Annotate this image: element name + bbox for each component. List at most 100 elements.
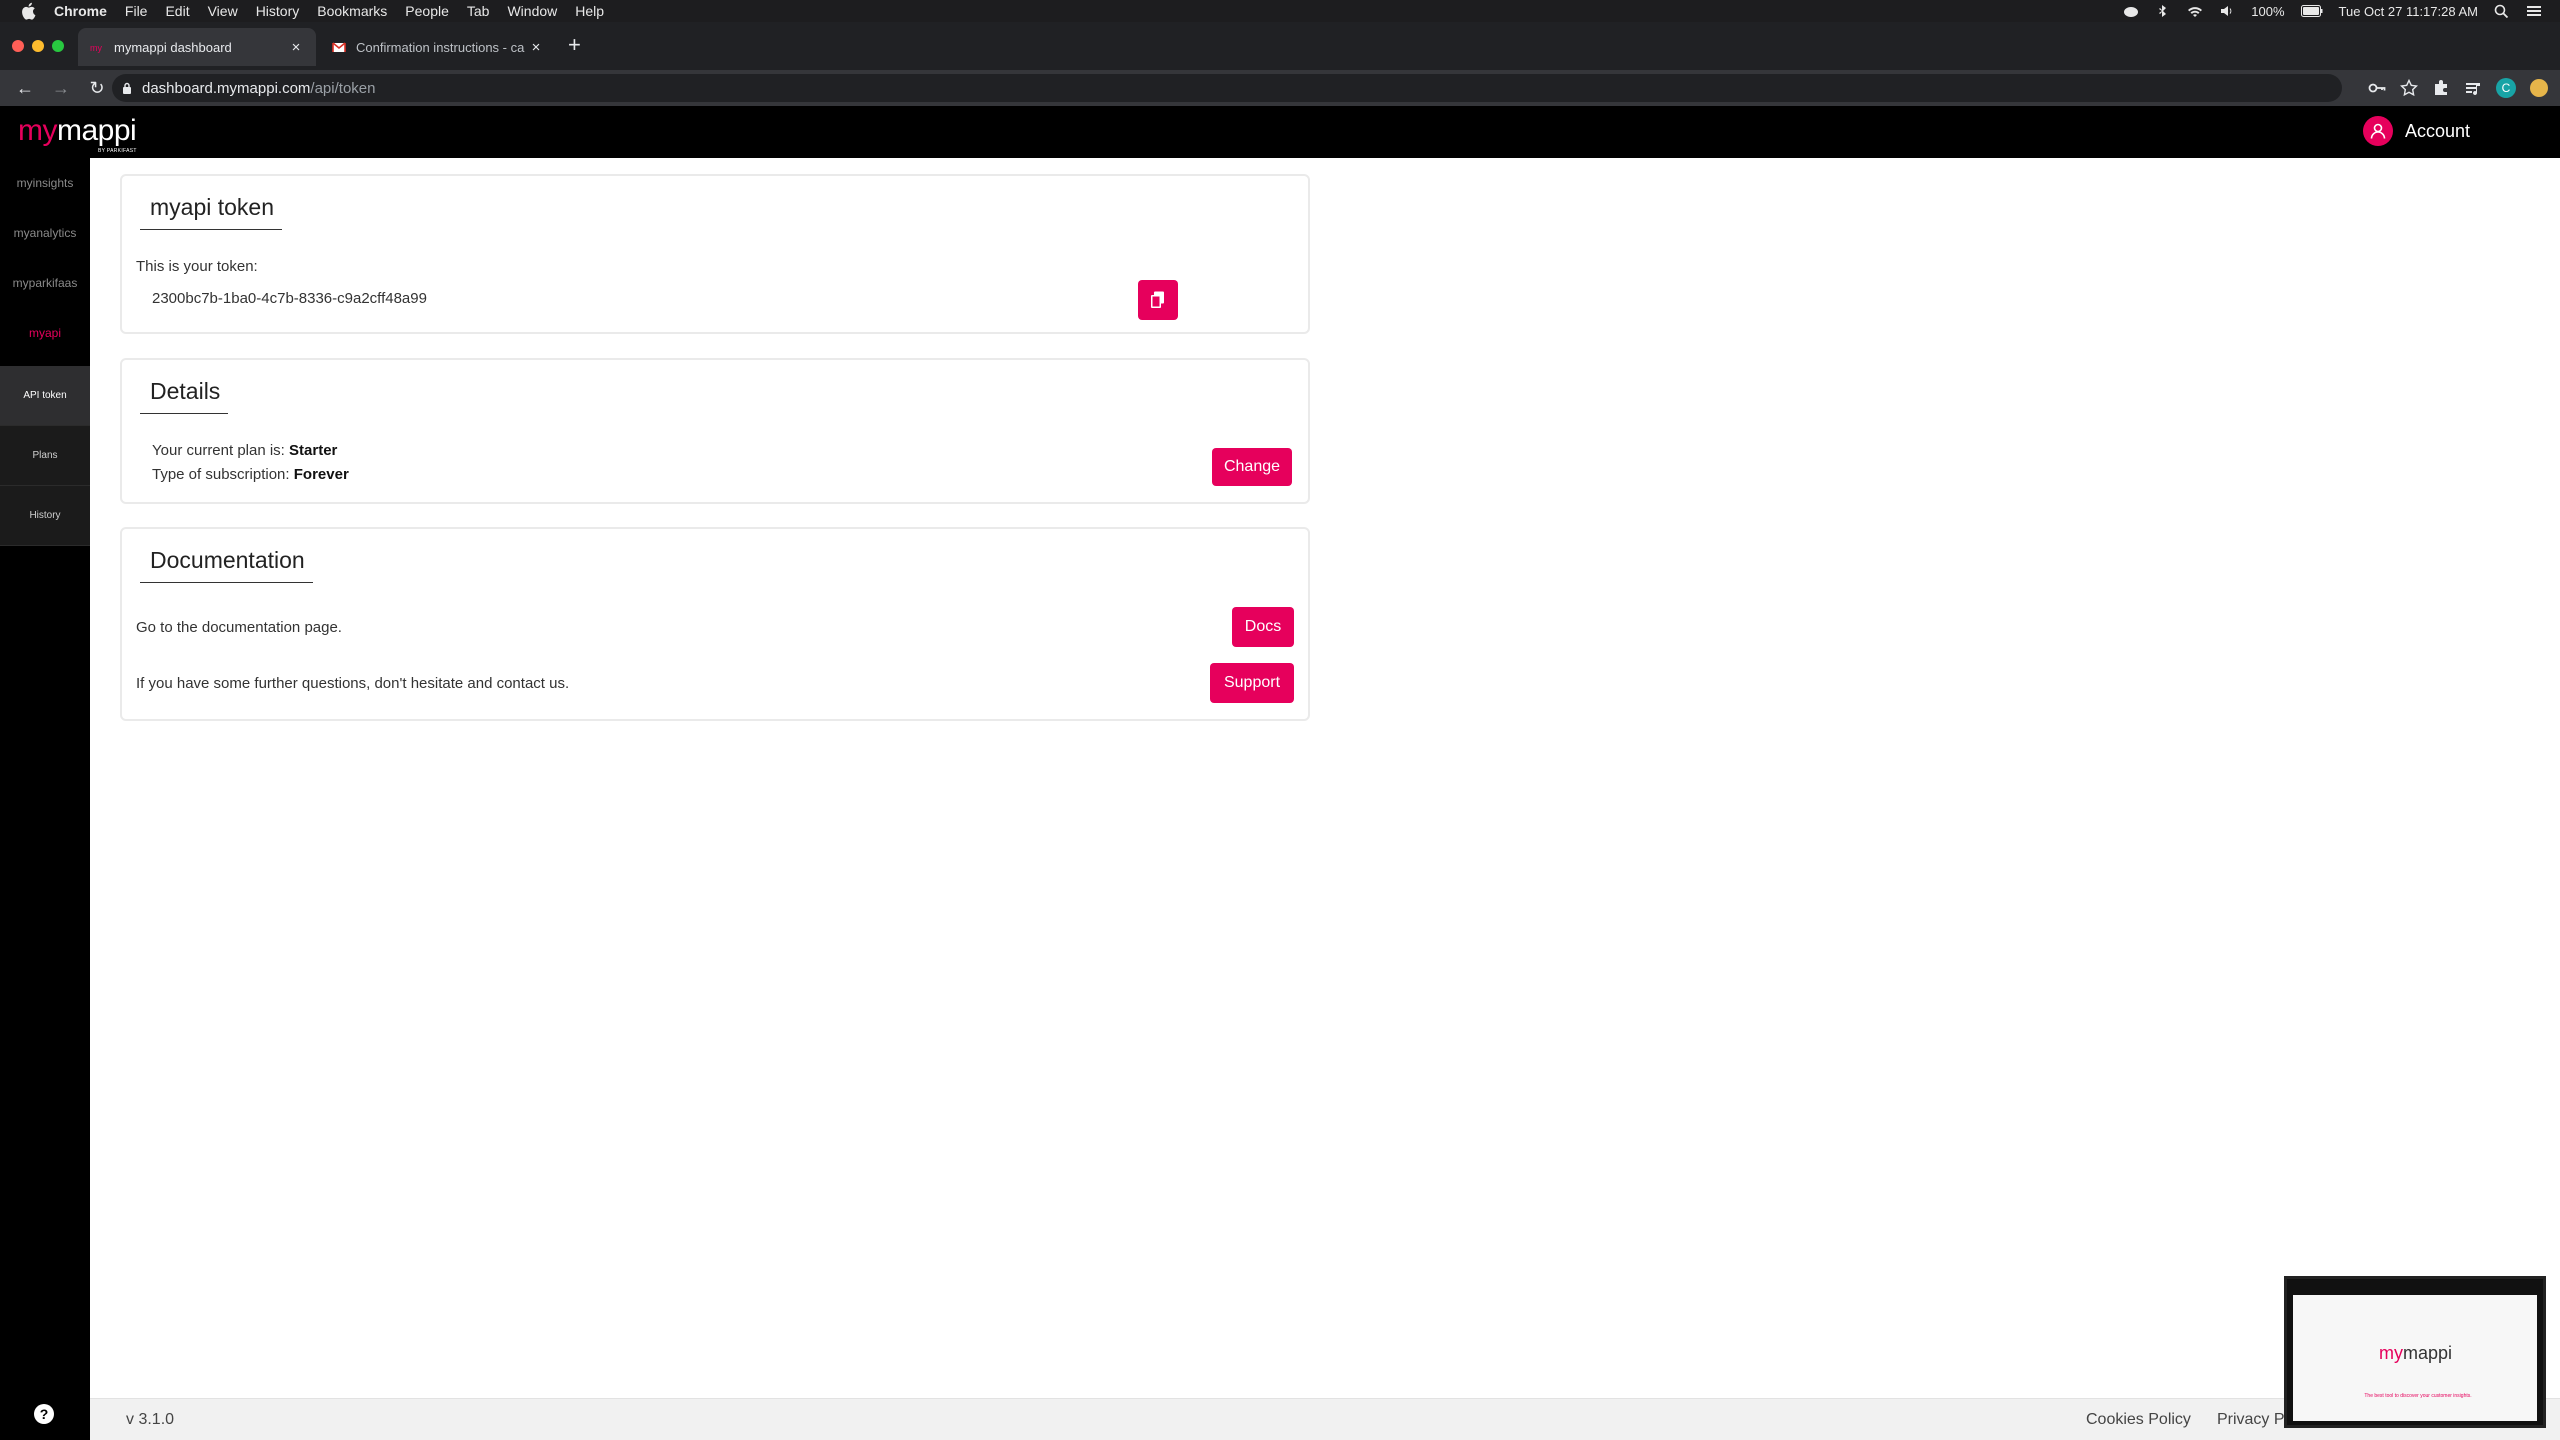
extension-icon[interactable]	[2530, 79, 2548, 97]
account-label: Account	[2404, 120, 2470, 141]
details-card: Details Your current plan is: Starter Ty…	[120, 358, 1310, 504]
minimize-window-button[interactable]	[32, 40, 44, 52]
subnav-item-plans[interactable]: Plans	[0, 426, 90, 486]
menu-window[interactable]: Window	[507, 3, 557, 19]
window-controls	[12, 40, 64, 52]
subnav-item-api-token[interactable]: API token	[0, 366, 90, 426]
logo-subtitle: BY PARKIFAST	[98, 148, 137, 154]
menu-edit[interactable]: Edit	[165, 3, 189, 19]
close-window-button[interactable]	[12, 40, 24, 52]
subscription-value: Forever	[293, 466, 349, 483]
documentation-card-title: Documentation	[140, 541, 313, 583]
sidebar-item-myinsights[interactable]: myinsights	[0, 158, 90, 208]
menu-people[interactable]: People	[405, 3, 449, 19]
subscription-prefix: Type of subscription:	[152, 466, 294, 483]
token-value: 2300bc7b-1ba0-4c7b-8336-c9a2cff48a99	[152, 290, 427, 307]
menu-history[interactable]: History	[256, 3, 300, 19]
menu-app-name[interactable]: Chrome	[54, 3, 107, 19]
creative-cloud-icon[interactable]	[2123, 4, 2139, 18]
sidebar-item-myapi[interactable]: myapi	[0, 308, 90, 358]
control-center-icon[interactable]	[2526, 4, 2542, 18]
account-menu[interactable]: Account	[2362, 116, 2470, 146]
maximize-window-button[interactable]	[52, 40, 64, 52]
myapi-subnav: API token Plans History	[0, 366, 90, 546]
docs-text: Go to the documentation page.	[136, 619, 342, 636]
copy-icon	[1151, 291, 1164, 308]
menu-tab[interactable]: Tab	[467, 3, 490, 19]
app-version: v 3.1.0	[126, 1411, 175, 1428]
menubar-clock[interactable]: Tue Oct 27 11:17:28 AM	[2339, 4, 2478, 19]
menu-bookmarks[interactable]: Bookmarks	[317, 3, 387, 19]
wifi-icon[interactable]	[2187, 4, 2203, 18]
copy-token-button[interactable]	[1138, 280, 1178, 320]
cookies-policy-link[interactable]: Cookies Policy	[2086, 1411, 2191, 1429]
user-icon	[2362, 116, 2393, 146]
url-path: /api/token	[310, 79, 376, 97]
profile-avatar[interactable]: C	[2496, 78, 2516, 98]
tab-mymappi-dashboard[interactable]: my mymappi dashboard ×	[78, 28, 316, 66]
back-arrow-icon[interactable]: ←	[14, 78, 36, 99]
volume-icon[interactable]	[2219, 4, 2235, 18]
thumbnail-caption: The best tool to discover your customer …	[2364, 1393, 2472, 1399]
address-bar[interactable]: dashboard.mymappi.com/api/token	[112, 74, 2342, 102]
menu-view[interactable]: View	[208, 3, 238, 19]
gmail-icon	[332, 42, 346, 52]
mymappi-logo[interactable]: mymappi BY PARKIFAST	[18, 114, 137, 154]
token-label: This is your token:	[136, 258, 258, 275]
bookmark-star-icon[interactable]	[2400, 79, 2418, 97]
bluetooth-icon[interactable]	[2155, 4, 2171, 18]
thumbnail-logo-mappi: mappi	[2403, 1343, 2453, 1363]
sidebar: myinsights myanalytics myparkifaas myapi…	[0, 158, 90, 1440]
url-host: dashboard.mymappi.com	[142, 79, 311, 97]
sidebar-item-myparkifaas[interactable]: myparkifaas	[0, 258, 90, 308]
subscription-line: Type of subscription: Forever	[152, 466, 349, 483]
footer: v 3.1.0 Cookies Policy Privacy P	[90, 1398, 2560, 1440]
menu-file[interactable]: File	[125, 3, 148, 19]
docs-button[interactable]: Docs	[1232, 607, 1294, 647]
browser-tabstrip: my mymappi dashboard × Confirmation inst…	[0, 22, 2560, 72]
apple-icon[interactable]	[20, 2, 36, 20]
logo-my: my	[18, 114, 58, 147]
mymappi-favicon-icon: my	[90, 43, 102, 53]
media-queue-icon[interactable]	[2464, 79, 2482, 97]
reload-icon[interactable]: ↻	[86, 78, 108, 99]
plan-prefix: Your current plan is:	[152, 442, 290, 459]
privacy-policy-link[interactable]: Privacy P	[2217, 1411, 2285, 1429]
main-content: myapi token This is your token: 2300bc7b…	[90, 158, 2560, 1440]
battery-percent: 100%	[2251, 3, 2285, 19]
plan-value: Starter	[289, 442, 338, 459]
token-card-title: myapi token	[140, 188, 283, 230]
close-tab-icon[interactable]: ×	[528, 39, 544, 56]
thumbnail-content: mymappi The best tool to discover your c…	[2293, 1295, 2537, 1421]
thumbnail-logo-my: my	[2379, 1343, 2403, 1363]
sidebar-item-myanalytics[interactable]: myanalytics	[0, 208, 90, 258]
token-card: myapi token This is your token: 2300bc7b…	[120, 174, 1310, 334]
svg-text:my: my	[90, 43, 102, 53]
current-plan-line: Your current plan is: Starter	[152, 442, 337, 459]
macos-menubar: Chrome File Edit View History Bookmarks …	[0, 0, 2560, 22]
support-button[interactable]: Support	[1210, 663, 1294, 703]
menu-help[interactable]: Help	[575, 3, 604, 19]
details-card-title: Details	[140, 372, 229, 414]
forward-arrow-icon[interactable]: →	[50, 78, 72, 99]
logo-mappi: mappi	[57, 114, 137, 147]
tab-title: Confirmation instructions - ca	[356, 39, 525, 55]
tab-confirmation-instructions[interactable]: Confirmation instructions - ca ×	[320, 30, 556, 64]
browser-toolbar: ← → ↻ dashboard.mymappi.com/api/token C	[0, 70, 2560, 106]
toolbar-actions: C	[2368, 78, 2548, 98]
subnav-item-history[interactable]: History	[0, 486, 90, 546]
menubar-status-area: 100% Tue Oct 27 11:17:28 AM	[2123, 4, 2542, 19]
change-plan-button[interactable]: Change	[1212, 448, 1292, 486]
tab-title: mymappi dashboard	[114, 39, 232, 55]
key-icon[interactable]	[2368, 79, 2386, 97]
battery-icon[interactable]	[2300, 4, 2323, 18]
spotlight-search-icon[interactable]	[2494, 4, 2510, 18]
extensions-puzzle-icon[interactable]	[2432, 79, 2450, 97]
thumbnail-logo: mymappi	[2379, 1343, 2452, 1364]
help-icon[interactable]: ?	[34, 1404, 54, 1424]
documentation-card: Documentation Go to the documentation pa…	[120, 527, 1310, 721]
new-tab-button[interactable]: +	[568, 34, 581, 56]
lock-icon[interactable]	[122, 82, 132, 94]
screenshot-thumbnail-preview[interactable]: mymappi The best tool to discover your c…	[2284, 1276, 2546, 1428]
close-tab-icon[interactable]: ×	[288, 39, 304, 56]
